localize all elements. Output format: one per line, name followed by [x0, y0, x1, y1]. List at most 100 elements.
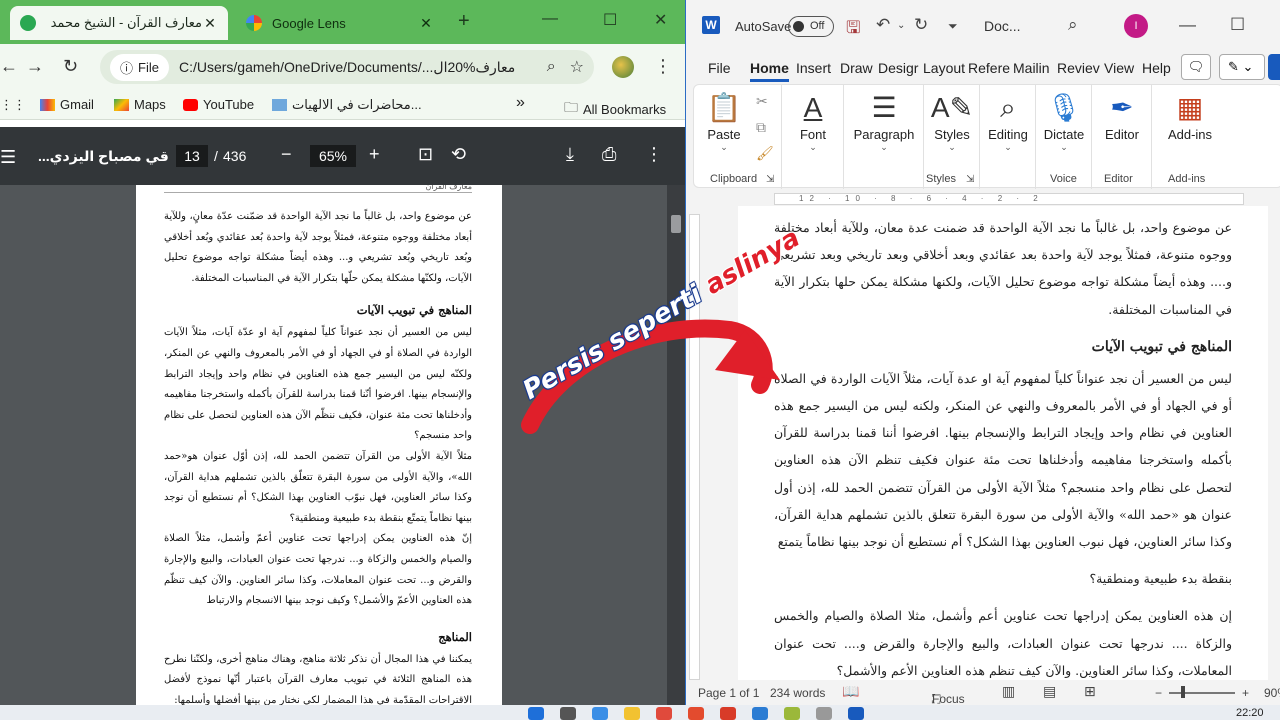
doc-paragraph[interactable]: إن هذه العناوين يمكن إدراجها تحت عناوين … [774, 602, 1232, 680]
undo-icon[interactable]: ↶ [876, 15, 890, 35]
doc-paragraph[interactable]: بنقطة بدء طبيعية ومنطقية؟ [774, 565, 1232, 592]
taskbar-app-icon[interactable] [784, 707, 800, 720]
pdf-viewport[interactable]: معارف القرآن عن موضوع واحد، بل غالباً ما… [0, 185, 685, 705]
tab-pdf[interactable]: معارف القرآن - الشيخ محمد ✕ [10, 6, 228, 40]
user-avatar[interactable]: I [1124, 14, 1148, 38]
taskbar-app-icon[interactable] [592, 707, 608, 720]
addins-button[interactable]: ▦ Add-ins [1160, 89, 1220, 142]
save-icon[interactable]: 🖫 [846, 15, 860, 44]
tab-review[interactable]: Reviev [1057, 60, 1100, 76]
rotate-icon[interactable]: ⟲ [451, 144, 466, 165]
zoom-level[interactable]: 90% [1264, 686, 1280, 700]
download-icon[interactable]: ⤓ [566, 144, 574, 165]
tab-google-lens[interactable]: Google Lens ✕ [236, 6, 444, 40]
scroll-thumb[interactable] [671, 215, 681, 233]
document-page[interactable]: عن موضوع واحد، بل غالباً ما نجد الآية ال… [738, 206, 1268, 680]
tab-help[interactable]: Help [1142, 60, 1171, 76]
editing-button[interactable]: ⌕ Editing ⌄ [984, 89, 1032, 153]
minimize-icon[interactable]: — [1179, 15, 1196, 35]
tab-file[interactable]: File [708, 60, 731, 76]
bookmark-gmail[interactable]: Gmail [40, 97, 94, 112]
taskbar-app-icon[interactable] [528, 707, 544, 720]
clock[interactable]: 22:20 [1236, 707, 1264, 719]
zoom-out-icon[interactable]: − [281, 144, 292, 165]
url-text[interactable]: C:/Users/gameh/OneDrive/Documents/...معا… [179, 59, 533, 76]
paste-button[interactable]: 📋 Paste ⌄ [704, 89, 744, 153]
tab-design[interactable]: Desigr [878, 60, 918, 76]
bookmark-star-icon[interactable]: ☆ [570, 57, 584, 77]
proofing-icon[interactable]: 📖 [842, 683, 859, 700]
fit-page-icon[interactable]: ⊡ [418, 144, 433, 165]
close-tab-icon[interactable]: ✕ [202, 15, 218, 32]
taskbar-app-icon[interactable] [816, 707, 832, 720]
copy-icon[interactable]: ⧉ [756, 119, 766, 136]
tab-mailings[interactable]: Mailin [1013, 60, 1050, 76]
undo-dropdown-icon[interactable]: ⌄ [897, 20, 905, 31]
read-mode-icon[interactable]: ▥ [1002, 683, 1015, 700]
tab-layout[interactable]: Layout [923, 60, 965, 76]
tab-draw[interactable]: Draw [840, 60, 873, 76]
zoom-in-icon[interactable]: + [1242, 686, 1249, 700]
document-name[interactable]: Doc... [984, 18, 1021, 34]
zoom-slider[interactable] [1169, 692, 1235, 694]
print-layout-icon[interactable]: ▤ [1043, 683, 1056, 700]
tab-view[interactable]: View [1104, 60, 1134, 76]
pdf-menu-icon[interactable]: ☰ [0, 147, 16, 168]
editing-mode-button[interactable]: ✎ ⌄ [1219, 54, 1265, 80]
dictate-button[interactable]: 🎙 Dictate ⌄ [1040, 89, 1088, 153]
redo-icon[interactable]: ↻ [914, 15, 928, 35]
doc-heading[interactable]: المناهج في تبويب الآيات [774, 329, 1232, 365]
paragraph-button[interactable]: ☰ Paragraph ⌄ [849, 89, 919, 153]
zoom-out-icon[interactable]: − [1155, 686, 1162, 700]
doc-paragraph[interactable]: عن موضوع واحد، بل غالباً ما نجد الآية ال… [774, 214, 1232, 323]
bookmark-youtube[interactable]: YouTube [183, 97, 254, 112]
more-bookmarks-icon[interactable]: » [516, 94, 525, 112]
maximize-icon[interactable]: ☐ [1230, 15, 1245, 35]
zoom-slider-knob[interactable] [1181, 686, 1185, 698]
zoom-search-icon[interactable]: ⌕ [547, 58, 556, 76]
tab-references[interactable]: Refere [968, 60, 1010, 76]
editor-button[interactable]: ✒ Editor [1098, 89, 1146, 142]
comments-button[interactable]: 🗨 [1181, 54, 1211, 80]
tab-home[interactable]: Home [750, 60, 789, 82]
apps-icon[interactable]: ⋮⋮ [0, 97, 26, 113]
cut-icon[interactable]: ✂ [756, 93, 768, 110]
close-tab-icon[interactable]: ✕ [418, 15, 434, 32]
taskbar-app-icon[interactable] [752, 707, 768, 720]
dialog-launcher-icon[interactable]: ⇲ [966, 174, 974, 185]
taskbar-app-icon[interactable] [624, 707, 640, 720]
zoom-input[interactable]: 65% [310, 145, 356, 167]
maximize-icon[interactable]: ☐ [603, 10, 617, 30]
site-info-chip[interactable]: ⓘ File [110, 53, 169, 81]
page-count[interactable]: Page 1 of 1 [698, 686, 759, 700]
print-icon[interactable]: ⎙ [602, 144, 616, 165]
page-number-input[interactable]: 13 [176, 145, 208, 167]
pdf-scrollbar[interactable] [667, 185, 685, 705]
word-count[interactable]: 234 words [770, 686, 825, 700]
bookmark-maps[interactable]: Maps [114, 97, 166, 112]
browser-menu-icon[interactable]: ⋮ [654, 56, 672, 77]
all-bookmarks[interactable]: 🗀 All Bookmarks [564, 97, 666, 121]
close-window-icon[interactable]: ✕ [654, 10, 667, 30]
share-button[interactable] [1268, 54, 1280, 80]
zoom-in-icon[interactable]: + [369, 144, 380, 165]
new-tab-button[interactable]: + [458, 10, 470, 33]
taskbar-app-icon[interactable] [720, 707, 736, 720]
taskbar-app-icon[interactable] [848, 707, 864, 720]
search-icon[interactable]: ⌕ [1068, 15, 1078, 35]
format-painter-icon[interactable]: 🖌 [756, 145, 774, 162]
minimize-icon[interactable]: — [542, 10, 558, 28]
dialog-launcher-icon[interactable]: ⇲ [766, 174, 774, 185]
styles-button[interactable]: A✎ Styles ⌄ [928, 89, 976, 153]
horizontal-ruler[interactable]: 12 · 10 · 8 · 6 · 4 · 2 · 2 [686, 190, 1280, 206]
taskbar-app-icon[interactable] [656, 707, 672, 720]
reload-icon[interactable]: ↻ [63, 56, 78, 77]
taskbar-app-icon[interactable] [688, 707, 704, 720]
doc-paragraph[interactable]: ليس من العسير أن نجد عنواناً كلياً لمفهو… [774, 365, 1232, 555]
profile-avatar[interactable] [612, 56, 634, 78]
font-button[interactable]: A Font ⌄ [790, 89, 836, 153]
tab-insert[interactable]: Insert [796, 60, 831, 76]
pdf-more-icon[interactable]: ⋮ [645, 144, 663, 165]
customize-qat-icon[interactable]: ⏷ [948, 19, 958, 34]
forward-icon[interactable]: → [26, 56, 44, 77]
